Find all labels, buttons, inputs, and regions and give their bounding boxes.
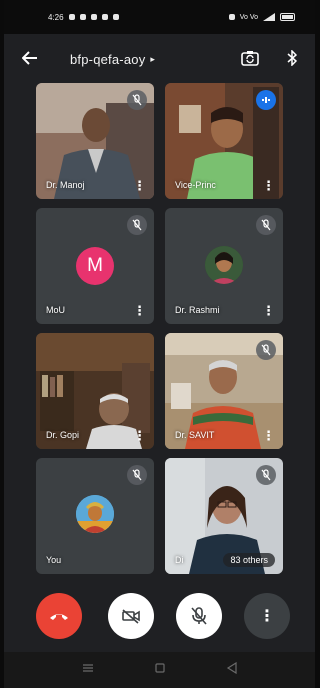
others-badge[interactable]: 83 others <box>223 553 275 567</box>
camera-toggle-button[interactable] <box>108 593 154 639</box>
system-nav-bar <box>4 652 315 688</box>
more-options-icon[interactable]: ⋮ <box>262 179 275 192</box>
notification-icon <box>90 14 97 20</box>
participant-name: Di <box>175 555 184 565</box>
meeting-header: bfp-qefa-aoy ▸ <box>4 40 315 78</box>
speaking-indicator-icon <box>256 90 276 110</box>
avatar <box>76 495 114 533</box>
participant-name: You <box>46 555 62 565</box>
mic-toggle-button[interactable] <box>176 593 222 639</box>
mic-muted-icon <box>127 465 147 485</box>
status-right: Vo Vo <box>228 13 295 21</box>
caret-right-icon[interactable]: ▸ <box>150 54 155 65</box>
mic-muted-icon <box>127 215 147 235</box>
home-icon[interactable] <box>154 662 166 674</box>
participant-tile[interactable]: Dr. SAVIT ⋮ <box>165 333 283 449</box>
notification-icon <box>68 14 75 20</box>
participant-name: Dr. Gopi <box>46 430 80 440</box>
more-options-icon[interactable]: ⋮ <box>133 179 146 192</box>
notification-icon <box>101 14 108 20</box>
back-arrow-icon[interactable] <box>21 50 44 69</box>
mic-muted-icon <box>256 340 276 360</box>
more-options-icon[interactable]: ⋮ <box>262 429 275 442</box>
camera-off-icon <box>122 609 140 624</box>
bluetooth-icon[interactable] <box>287 48 298 69</box>
notification-icon <box>112 14 119 20</box>
whatsapp-icon <box>79 14 86 20</box>
avatar <box>205 246 243 284</box>
end-call-icon <box>50 614 68 620</box>
status-time: 4:26 <box>48 12 64 22</box>
mic-muted-icon <box>256 465 276 485</box>
participant-tile[interactable]: M MoU ⋮ <box>36 208 154 324</box>
alarm-icon <box>228 14 235 20</box>
meeting-code[interactable]: bfp-qefa-aoy <box>70 52 145 67</box>
meet-screen: 4:26 Vo Vo bfp-qefa-aoy ▸ Dr. Manoj ⋮ Vi… <box>4 0 315 688</box>
participant-tile[interactable]: Vice-Princ ⋮ <box>165 83 283 199</box>
participant-tile[interactable]: Dr. Manoj ⋮ <box>36 83 154 199</box>
back-triangle-icon[interactable] <box>226 662 238 674</box>
participant-tile[interactable]: Dr. Rashmi ⋮ <box>165 208 283 324</box>
participant-name: Vice-Princ <box>175 180 216 190</box>
call-controls: ⋮ <box>4 588 315 644</box>
participant-tile[interactable]: You <box>36 458 154 574</box>
status-left: 4:26 <box>48 13 119 22</box>
mic-muted-icon <box>256 215 276 235</box>
end-call-button[interactable] <box>36 593 82 639</box>
participant-tile[interactable]: Di 83 others <box>165 458 283 574</box>
switch-camera-icon[interactable] <box>241 50 259 69</box>
more-options-icon[interactable]: ⋮ <box>133 429 146 442</box>
participant-name: Dr. Manoj <box>46 180 85 190</box>
participant-name: Dr. SAVIT <box>175 430 215 440</box>
more-options-icon[interactable]: ⋮ <box>262 304 275 317</box>
mic-muted-icon <box>127 90 147 110</box>
battery-icon <box>280 13 295 21</box>
mic-off-icon <box>191 607 207 625</box>
participant-tile[interactable]: Dr. Gopi ⋮ <box>36 333 154 449</box>
menu-icon[interactable] <box>82 662 94 674</box>
participant-name: Dr. Rashmi <box>175 305 220 315</box>
status-bar: 4:26 Vo Vo <box>4 0 315 34</box>
avatar: M <box>76 247 114 285</box>
signal-icon <box>263 13 275 21</box>
header-actions <box>241 48 298 69</box>
participant-name: MoU <box>46 305 66 315</box>
more-options-icon[interactable]: ⋮ <box>133 304 146 317</box>
network-label: Vo Vo <box>239 13 258 21</box>
more-options-button[interactable]: ⋮ <box>244 593 290 639</box>
